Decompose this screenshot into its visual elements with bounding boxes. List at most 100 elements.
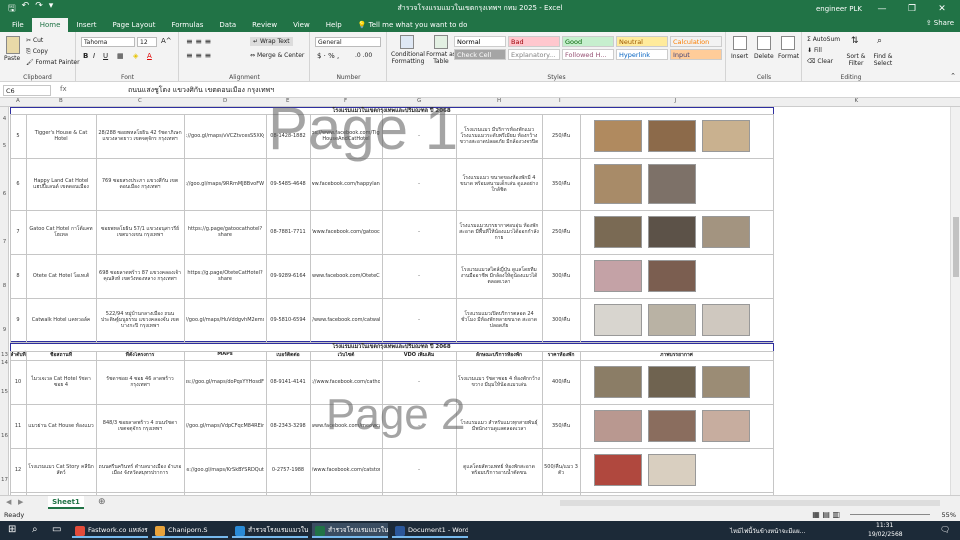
bold-icon[interactable]: B — [83, 52, 88, 60]
cell-web[interactable]: https://www.facebook.com/OteteCatHotel — [312, 258, 380, 294]
cat-hotel-photo[interactable] — [702, 304, 750, 336]
taskbar-app[interactable]: Fastwork.co แหล่งรว... — [72, 523, 148, 538]
cell-no[interactable]: 10 — [12, 364, 24, 400]
insert-cells-icon[interactable] — [733, 36, 747, 50]
cat-hotel-photo[interactable] — [594, 120, 642, 152]
cell-style-neutral[interactable]: Neutral — [616, 36, 668, 47]
borders-icon[interactable]: ▦ — [117, 52, 124, 60]
windows-start-icon[interactable]: ⊞ — [8, 524, 16, 535]
tab-review[interactable]: Review — [244, 18, 285, 32]
cell-no[interactable]: 12 — [12, 452, 24, 488]
share-button[interactable]: ⇪ Share — [926, 19, 954, 27]
formula-input[interactable]: ถนนแสงชูโตง แขวงศิกัน เขตดอนเมือง กรุงเท… — [128, 85, 274, 96]
row-header-14[interactable]: 14 — [0, 360, 9, 366]
align-left-icon[interactable]: ≡ ≡ ≡ — [186, 51, 211, 60]
cat-hotel-photo[interactable] — [594, 304, 642, 336]
format-painter-button[interactable]: 🖌 Format Painter — [26, 59, 80, 66]
cell-style-check-cell[interactable]: Check Cell — [454, 49, 506, 60]
redo-icon[interactable]: ↷ — [35, 1, 43, 17]
cell-style-hyperlink[interactable]: Hyperlink — [616, 49, 668, 60]
cell-addr[interactable]: ถนนศรีนครินทร์ ตำบลบางเมือง อำเภอเมือง จ… — [98, 452, 182, 488]
clear-button[interactable]: ⌫ Clear — [807, 58, 833, 65]
font-color-icon[interactable]: A — [147, 52, 152, 60]
row-header-13[interactable]: 13 — [0, 352, 9, 358]
cell-addr[interactable]: 698 ซอยลาดพร้าว 87 แขวงคลองเจ้าคุณสิงห์ … — [98, 258, 182, 294]
restore-button[interactable]: ❐ — [902, 4, 922, 14]
cell-price[interactable]: 350/คืน — [544, 408, 578, 444]
cell-price[interactable]: 400/คืน — [544, 364, 578, 400]
user-name[interactable]: engineer PLK — [816, 5, 862, 13]
cell-name[interactable]: ไมวเจเวล Cat Hotel รัชดาซอย 4 — [28, 364, 94, 400]
taskbar-app[interactable]: Document1 - Word — [392, 523, 468, 538]
conditional-formatting-icon[interactable] — [400, 35, 414, 49]
cat-hotel-photo[interactable] — [648, 164, 696, 204]
currency-icon[interactable]: $ · % , — [317, 52, 339, 60]
format-as-table-icon[interactable] — [434, 35, 448, 49]
prev-sheet-icon[interactable]: ◀ — [6, 498, 11, 506]
copy-button[interactable]: ⎘ Copy — [26, 48, 48, 56]
paste-button[interactable]: Paste — [4, 55, 20, 62]
cell-map[interactable]: https://goo.gl/maps/vVCZtvcesS5XKy+G8 — [186, 118, 264, 154]
taskbar-app[interactable]: สำรวจโรงแรมแมวในเขต... — [312, 523, 388, 538]
cell-vdo[interactable]: - — [384, 258, 454, 294]
cell-map[interactable]: https://goo.gl/maps/KrSkBYSRDQutB67 — [186, 452, 264, 488]
cell-addr[interactable]: ซอยพหลโยธิน 57/1 แขวงอนุสาวรีย์ เขตบางเข… — [98, 214, 182, 250]
cell-style-followed-h-[interactable]: Followed H... — [562, 49, 614, 60]
cell-tel[interactable]: 0-2757-1988 — [268, 452, 308, 488]
underline-icon[interactable]: U — [103, 52, 108, 60]
find-select-button[interactable]: Find & Select — [869, 53, 897, 67]
cell-desc[interactable]: โรงแรมแมว รัชดาซอย 4 ห้องพักกว้างขวาง มี… — [458, 364, 540, 400]
column-header-j[interactable]: J — [675, 98, 677, 104]
vertical-scrollbar[interactable] — [950, 107, 960, 495]
horizontal-scrollbar[interactable] — [560, 500, 940, 506]
cell-web[interactable]: https://www.facebook.com/gatoocathotel — [312, 214, 380, 250]
cell-name[interactable]: Tigger's House & Cat Hotel — [28, 118, 94, 154]
cell-tel[interactable]: 09-5485-4648 — [268, 162, 308, 206]
cell-desc[interactable]: โรงแรมแมว ขนาดของห้องพักมี 4 ขนาด พร้อมส… — [458, 162, 540, 206]
row-header-16[interactable]: 16 — [0, 433, 9, 439]
cell-vdo[interactable]: - — [384, 302, 454, 338]
cell-map[interactable]: https://g.page/gatoocathotel?share — [186, 214, 264, 250]
font-name-select[interactable]: Tahoma — [81, 37, 135, 47]
cell-name[interactable]: Otete Cat Hotel โอเทเต้ — [28, 258, 94, 294]
cell-price[interactable]: 350/คืน — [544, 162, 578, 206]
column-header-h[interactable]: H — [497, 98, 501, 104]
cat-hotel-photo[interactable] — [648, 366, 696, 398]
format-button[interactable]: Format — [778, 53, 799, 60]
cat-hotel-photo[interactable] — [648, 304, 696, 336]
collapse-ribbon-icon[interactable]: ⌃ — [950, 72, 956, 80]
save-icon[interactable]: 🖫 — [8, 1, 16, 17]
column-header-b[interactable]: B — [59, 98, 63, 104]
taskbar-app[interactable]: Chaniporn.S — [152, 523, 228, 538]
cell-name[interactable]: Gatoo Cat Hotel กาโต้แคทโฮเทล — [28, 214, 94, 250]
cell-desc[interactable]: โรงแรมแมวสไตล์ญี่ปุ่น ดูแลโดยทีมงานมืออา… — [458, 258, 540, 294]
paste-icon[interactable] — [6, 36, 20, 54]
cell-style-explanatory-[interactable]: Explanatory... — [508, 49, 560, 60]
cell-style-calculation[interactable]: Calculation — [670, 36, 722, 47]
cut-button[interactable]: ✂ Cut — [26, 37, 43, 44]
cat-hotel-photo[interactable] — [594, 366, 642, 398]
cat-hotel-photo[interactable] — [594, 260, 642, 292]
worksheet[interactable]: ABCDEFGHIJK 4 5 6 7 8 9 13 14 15 16 17 โรงแรมแมวใน… — [0, 98, 960, 495]
tab-insert[interactable]: Insert — [68, 18, 104, 32]
zoom-slider[interactable] — [850, 514, 930, 515]
cell-no[interactable]: 11 — [12, 408, 24, 444]
italic-icon[interactable]: I — [93, 52, 95, 60]
column-header-d[interactable]: D — [223, 98, 227, 104]
tab-formulas[interactable]: Formulas — [163, 18, 211, 32]
fx-label[interactable]: fx — [60, 85, 67, 93]
tab-page-layout[interactable]: Page Layout — [104, 18, 163, 32]
cat-hotel-photo[interactable] — [702, 120, 750, 152]
tab-view[interactable]: View — [285, 18, 318, 32]
customize-quick-access-icon[interactable]: ▾ — [49, 1, 54, 17]
undo-icon[interactable]: ↶ — [22, 1, 30, 17]
cell-name[interactable]: Catwalk Hotel แคทวอล์ค — [28, 302, 94, 338]
cat-hotel-photo[interactable] — [594, 410, 642, 442]
zoom-level[interactable]: 55% — [942, 509, 956, 521]
tab-help[interactable]: Help — [318, 18, 350, 32]
cell-price[interactable]: 250/คืน — [544, 214, 578, 250]
cell-map[interactable]: https://g.page/OteteCatHotel?share — [186, 258, 264, 294]
cell-no[interactable]: 9 — [12, 302, 24, 338]
cell-tel[interactable]: 09-5810-6594 — [268, 302, 308, 338]
cat-hotel-photo[interactable] — [594, 454, 642, 486]
